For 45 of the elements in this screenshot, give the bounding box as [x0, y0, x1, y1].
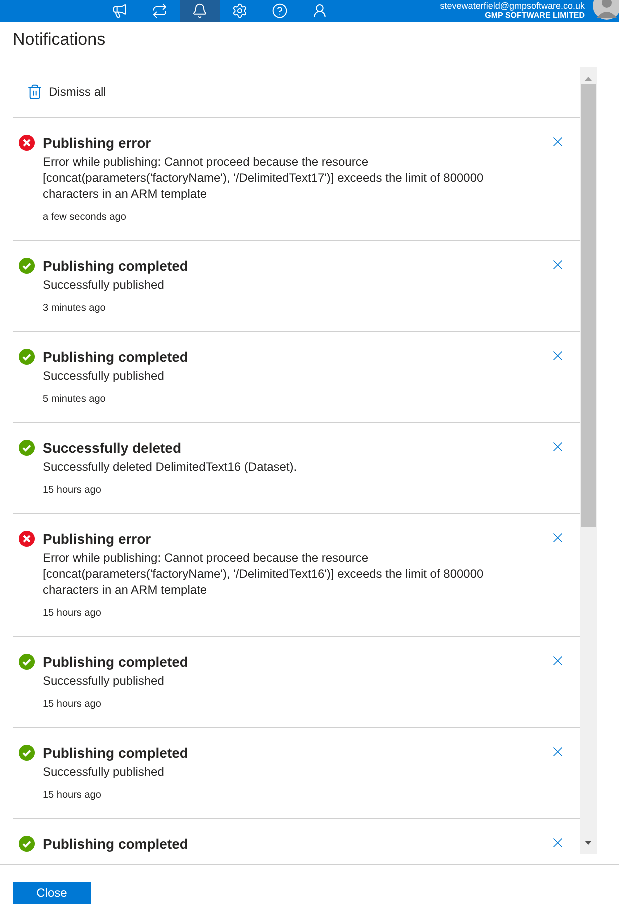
notification-message: Error while publishing: Cannot proceed because the resource [concat(parameters('factoryName'), '/DelimitedText17')] exceeds the limit of 800000 characters in an ARM template — [43, 154, 485, 202]
notification-time: a few seconds ago — [43, 212, 128, 224]
success-check-icon — [19, 654, 35, 670]
notification-time: 15 hours ago — [43, 790, 102, 802]
notification-message: Successfully published — [43, 368, 166, 384]
notification-title: Publishing error — [43, 530, 152, 548]
notification-time: 15 hours ago — [43, 699, 102, 711]
account-organization: GMP SOFTWARE LIMITED — [485, 11, 585, 21]
notification-message: Successfully published — [43, 277, 166, 293]
success-check-icon — [19, 836, 35, 852]
notification-title: Publishing completed — [43, 744, 190, 762]
notification-time: 15 hours ago — [43, 485, 102, 497]
megaphone-icon — [112, 3, 128, 19]
notification-title: Publishing completed — [43, 348, 190, 366]
notification-message: Successfully published — [43, 673, 166, 689]
notification-time: 5 minutes ago — [43, 394, 107, 406]
panel-title: Notifications — [13, 30, 107, 51]
bell-button[interactable] — [180, 0, 220, 22]
avatar-icon[interactable] — [591, 0, 619, 22]
close-button[interactable]: Close — [13, 882, 91, 904]
notification-title: Publishing completed — [43, 653, 190, 671]
help-icon — [272, 3, 288, 19]
notification-title: Publishing completed — [43, 257, 190, 275]
scrollbar[interactable] — [580, 67, 597, 854]
bell-icon — [192, 3, 208, 19]
notification-message: Error while publishing: Cannot proceed because the resource [concat(parameters('factoryName'), '/DelimitedText16')] exceeds the limit of 800000 characters in an ARM template — [43, 550, 485, 598]
dismiss-all-button[interactable]: Dismiss all — [27, 84, 106, 100]
success-check-icon — [19, 258, 35, 274]
notification-message: Successfully deleted DelimitedText16 (Dataset). — [43, 459, 298, 475]
success-check-icon — [19, 349, 35, 365]
settings-icon — [232, 3, 248, 19]
trash-icon — [27, 84, 43, 100]
switch-icon — [152, 3, 168, 19]
error-icon — [19, 531, 35, 547]
notification-title: Successfully deleted — [43, 439, 183, 457]
notification-title: Publishing error — [43, 134, 152, 152]
account-email: stevewaterfield@gmpsoftware.co.uk — [440, 1, 585, 11]
person-icon — [312, 3, 328, 19]
error-icon — [19, 135, 35, 151]
notification-time: 3 minutes ago — [43, 303, 107, 315]
notification-message: Successfully published — [43, 764, 166, 780]
notification-time: 15 hours ago — [43, 608, 102, 620]
success-check-icon — [19, 440, 35, 456]
notification-title: Publishing completed — [43, 835, 190, 853]
success-check-icon — [19, 745, 35, 761]
